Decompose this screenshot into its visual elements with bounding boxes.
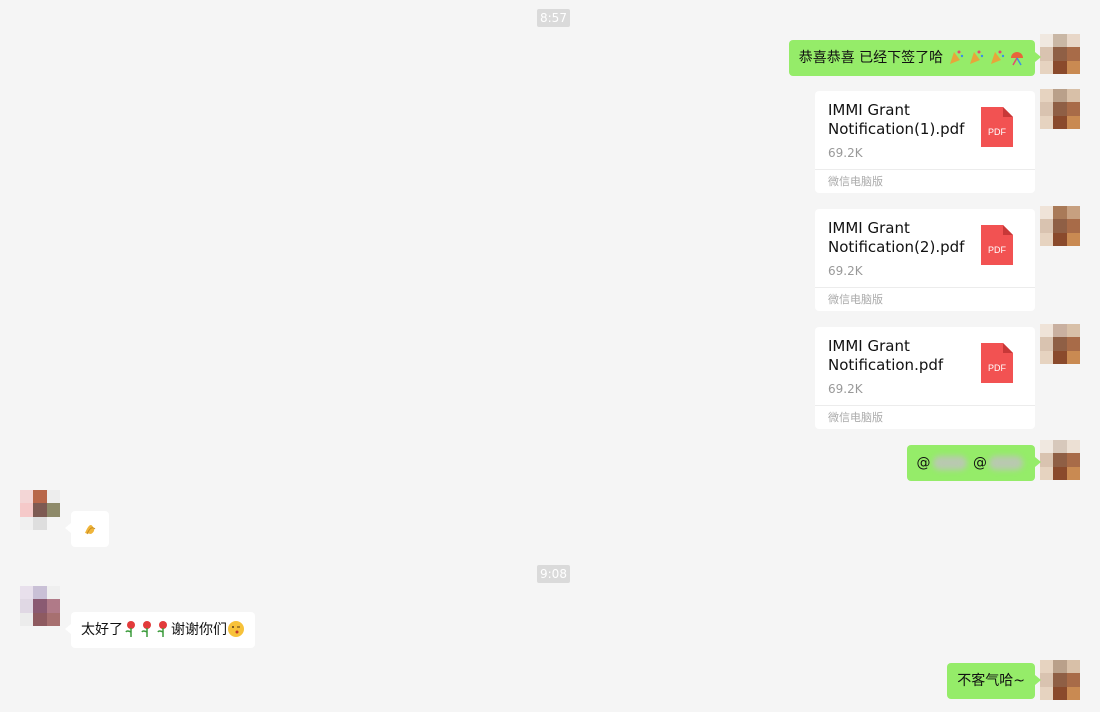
message-bubble-bow[interactable]	[65, 511, 109, 547]
file-size: 69.2K	[828, 264, 863, 278]
blurred-contact-name	[932, 456, 967, 470]
mention-at-symbol: @	[973, 455, 987, 471]
self-avatar[interactable]	[1040, 34, 1080, 74]
blurred-contact-name	[989, 456, 1023, 470]
file-message-card[interactable]: IMMI Grant Notification(2).pdf 69.2K PDF…	[815, 209, 1035, 311]
divider	[815, 287, 1035, 288]
message-bubble-mention[interactable]: @ @	[906, 445, 1042, 481]
file-source-label: 微信电脑版	[828, 175, 883, 188]
message-text: 谢谢你们	[171, 622, 227, 638]
rose-icon	[125, 621, 135, 637]
mention-at-symbol: @	[916, 455, 931, 471]
divider	[815, 405, 1035, 406]
message-bubble-welcome[interactable]: 不客气哈~	[947, 663, 1041, 699]
self-avatar[interactable]	[1040, 324, 1080, 364]
party-popper-icon	[949, 50, 963, 64]
message-text: 太好了	[81, 622, 123, 638]
file-size: 69.2K	[828, 146, 863, 160]
file-name: IMMI Grant Notification(2).pdf	[828, 219, 965, 256]
bow-icon	[85, 525, 96, 535]
pdf-file-icon: PDF	[981, 107, 1013, 147]
timestamp: 8:57	[537, 9, 570, 27]
pdf-file-icon: PDF	[981, 225, 1013, 265]
party-popper-icon	[990, 50, 1004, 64]
message-bubble-congrats[interactable]: 恭喜恭喜 已经下签了哈	[788, 40, 1042, 76]
file-message-card[interactable]: IMMI Grant Notification.pdf 69.2K PDF 微信…	[815, 327, 1035, 429]
pdf-file-icon: PDF	[981, 343, 1013, 383]
self-avatar[interactable]	[1040, 206, 1080, 246]
file-message-card[interactable]: IMMI Grant Notification(1).pdf 69.2K PDF…	[815, 91, 1035, 193]
file-source-label: 微信电脑版	[828, 293, 883, 306]
divider	[815, 169, 1035, 170]
self-avatar[interactable]	[1040, 440, 1080, 480]
svg-text:PDF: PDF	[988, 127, 1007, 137]
message-bubble-thanks[interactable]: 太好了 谢谢你们	[65, 612, 255, 648]
file-size: 69.2K	[828, 382, 863, 396]
contact-avatar[interactable]	[20, 586, 60, 626]
contact-avatar[interactable]	[20, 490, 60, 530]
svg-text:PDF: PDF	[988, 363, 1007, 373]
confetti-ball-icon	[1011, 52, 1023, 66]
party-popper-icon	[970, 50, 984, 64]
blowing-kiss-icon	[228, 621, 244, 637]
message-text: 恭喜恭喜 已经下签了哈	[798, 50, 944, 66]
file-name: IMMI Grant Notification(1).pdf	[828, 101, 965, 138]
svg-text:PDF: PDF	[988, 245, 1007, 255]
message-text: 不客气哈~	[957, 673, 1025, 689]
timestamp: 9:08	[537, 565, 570, 583]
rose-icon	[141, 621, 151, 637]
file-source-label: 微信电脑版	[828, 411, 883, 424]
rose-icon	[157, 621, 167, 637]
self-avatar[interactable]	[1040, 89, 1080, 129]
file-name: IMMI Grant Notification.pdf	[828, 337, 944, 374]
self-avatar[interactable]	[1040, 660, 1080, 700]
